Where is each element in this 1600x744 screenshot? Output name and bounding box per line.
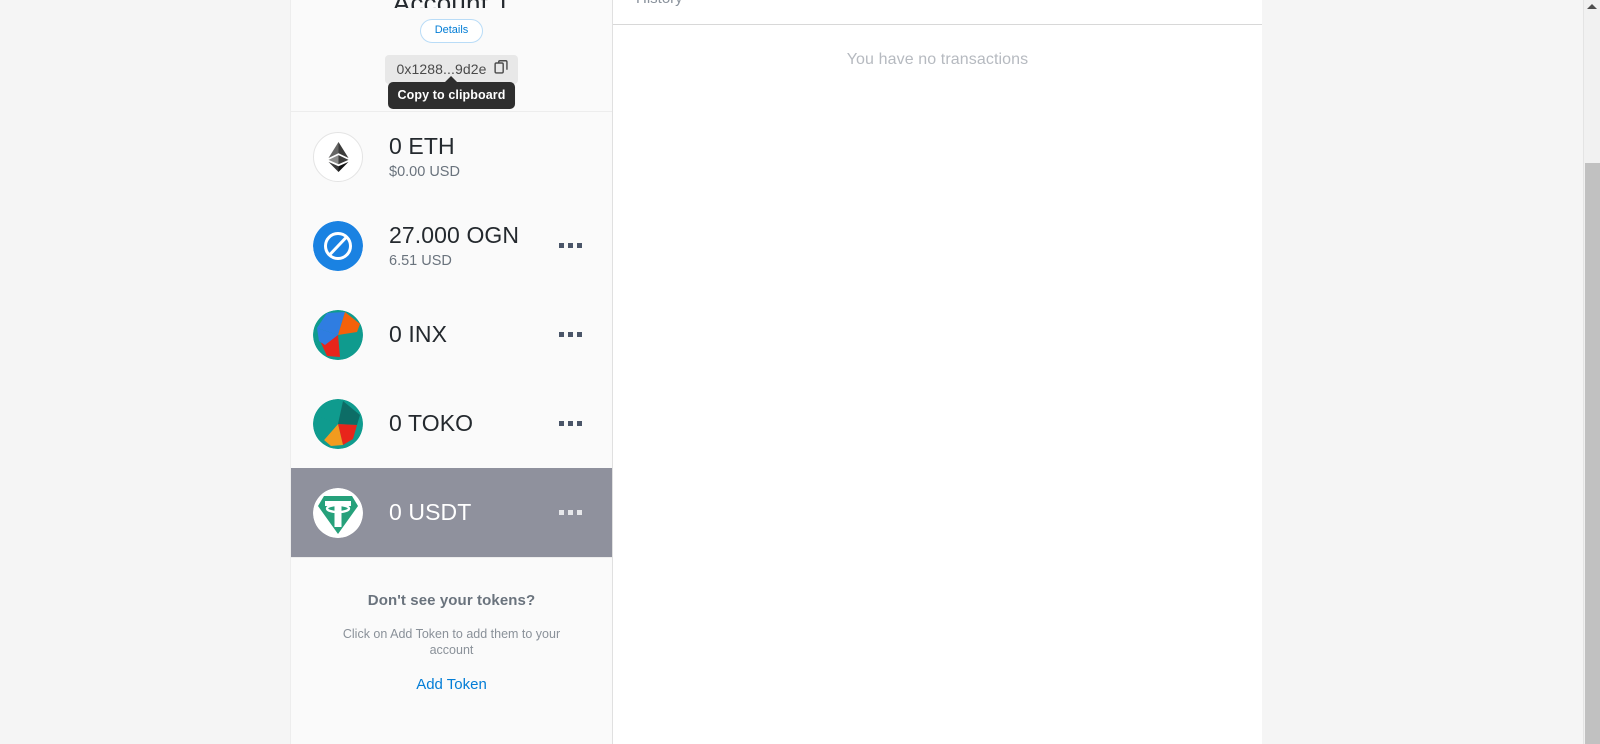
token-amount: 0 INX (389, 321, 448, 347)
toko-icon (313, 398, 363, 449)
token-amount: 0 TOKO (389, 410, 474, 436)
token-options-menu-button[interactable] (555, 235, 586, 256)
ethereum-icon (313, 131, 363, 182)
token-info: 0 USDT (389, 499, 555, 526)
tab-history[interactable]: History (636, 0, 683, 16)
account-details-button[interactable]: Details (419, 19, 484, 43)
dot (559, 421, 564, 426)
token-options-menu-button[interactable] (555, 502, 586, 523)
token-amount: 0 USDT (389, 499, 472, 525)
token-row[interactable]: 0 USDT (291, 468, 612, 557)
dot (568, 243, 573, 248)
add-token-link[interactable]: Add Token (416, 676, 487, 693)
page-scrollbar[interactable] (1583, 0, 1600, 744)
wallet-panel: Account 1 Details 0x1288...9d2e Copy to … (290, 0, 1262, 744)
scroll-up-arrow-icon[interactable] (1587, 4, 1597, 9)
wallet-app-window: Account 1 Details 0x1288...9d2e Copy to … (0, 0, 1600, 744)
account-address: 0x1288...9d2e (396, 61, 487, 77)
token-row[interactable]: 0 INX (291, 290, 612, 379)
add-token-title: Don't see your tokens? (367, 592, 536, 609)
token-options-menu-button[interactable] (555, 324, 586, 345)
add-token-subtitle: Click on Add Token to add them to your a… (342, 627, 561, 657)
account-name: Account 1 (291, 0, 612, 8)
address-area: 0x1288...9d2e Copy to clipboard (291, 55, 612, 109)
page-right-gutter (1262, 0, 1583, 744)
token-list: 0 ETH $0.00 USD 27.000 OGN 6.51 USD 0 IN… (291, 112, 612, 557)
empty-transactions-message: You have no transactions (846, 51, 1029, 68)
dot (577, 332, 582, 337)
dot (577, 421, 582, 426)
add-token-section: Don't see your tokens? Click on Add Toke… (291, 557, 612, 694)
dot (568, 510, 573, 515)
dot (577, 510, 582, 515)
dot (568, 421, 573, 426)
page-left-gutter (0, 0, 290, 744)
token-amount: 27.000 OGN (389, 221, 520, 248)
token-amount: 0 ETH (389, 132, 455, 159)
token-info: 0 ETH $0.00 USD (389, 133, 586, 181)
origin-protocol-icon (313, 220, 363, 271)
token-info: 0 TOKO (389, 410, 555, 437)
token-row[interactable]: 27.000 OGN 6.51 USD (291, 201, 612, 290)
token-fiat-value: $0.00 USD (389, 163, 460, 180)
account-header: Account 1 Details 0x1288...9d2e Copy to … (291, 0, 612, 112)
dot (577, 243, 582, 248)
token-options-menu-button[interactable] (555, 413, 586, 434)
token-info: 27.000 OGN 6.51 USD (389, 222, 555, 270)
inx-icon (313, 309, 363, 360)
copy-icon (493, 60, 509, 78)
tether-icon (313, 487, 363, 538)
token-row[interactable]: 0 TOKO (291, 379, 612, 468)
token-row[interactable]: 0 ETH $0.00 USD (291, 112, 612, 201)
dot (559, 510, 564, 515)
dot (568, 332, 573, 337)
token-fiat-value: 6.51 USD (389, 252, 452, 269)
dot (559, 332, 564, 337)
transactions-panel: History You have no transactions (613, 0, 1262, 744)
scrollbar-thumb[interactable] (1585, 163, 1600, 744)
copy-tooltip: Copy to clipboard (387, 82, 516, 109)
tab-bar: History (613, 0, 1262, 25)
account-sidebar: Account 1 Details 0x1288...9d2e Copy to … (290, 0, 613, 744)
token-info: 0 INX (389, 321, 555, 348)
dot (559, 243, 564, 248)
